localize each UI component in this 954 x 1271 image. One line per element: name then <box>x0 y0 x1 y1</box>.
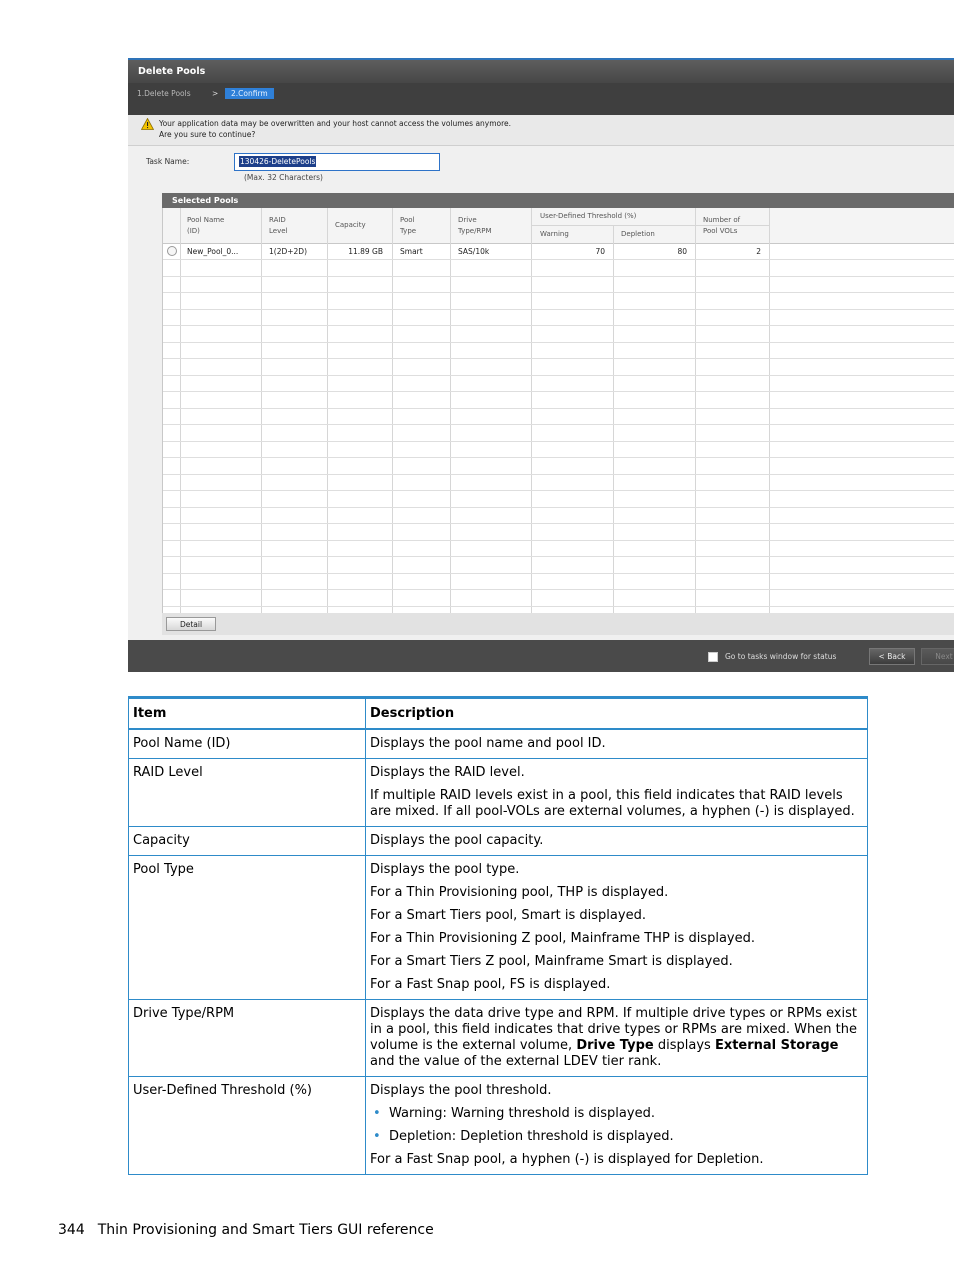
wizard-steps: 1.Delete Pools > 2.Confirm <box>128 83 954 115</box>
grid-row-line <box>163 358 954 359</box>
task-name-value: 130426-DeletePools <box>239 156 317 167</box>
dialog-button-bar: Go to tasks window for status < Back Nex… <box>128 640 954 672</box>
grid-row-line <box>163 572 954 574</box>
grid-row-line <box>163 556 954 557</box>
threshold-bullets: Warning: Warning threshold is displayed.… <box>370 1106 863 1145</box>
back-button[interactable]: < Back <box>869 648 915 665</box>
cell-number-of-pool-vols: 2 <box>756 247 761 256</box>
item-description-table: Item Description Pool Name (ID) Displays… <box>128 696 868 1175</box>
row-description: Displays the pool type. For a Thin Provi… <box>365 855 868 1000</box>
list-item: Depletion: Depletion threshold is displa… <box>373 1129 863 1145</box>
col-drive-type[interactable]: Drive Type/RPM <box>458 215 492 237</box>
row-select-radio[interactable] <box>167 246 177 256</box>
col-number-of-pool-vols[interactable]: Number of Pool VOLs <box>703 215 740 237</box>
task-name-input[interactable]: 130426-DeletePools <box>234 153 440 171</box>
row-description: Displays the pool name and pool ID. <box>365 728 868 759</box>
step-confirm[interactable]: 2.Confirm <box>225 88 274 99</box>
grid-header-row: Pool Name (ID) RAID Level Capacity Pool Typ… <box>163 208 954 244</box>
grid-row-line <box>163 391 954 392</box>
delete-pools-screenshot: Delete Pools 1.Delete Pools > 2.Confirm … <box>128 58 954 672</box>
col-warning[interactable]: Warning <box>540 229 569 240</box>
grid-row-line <box>163 308 954 310</box>
go-to-tasks-label: Go to tasks window for status <box>725 652 837 661</box>
list-item: Warning: Warning threshold is displayed. <box>373 1106 863 1122</box>
grid-row-line <box>163 407 954 409</box>
page-number: 344 <box>58 1222 85 1238</box>
header-item: Item <box>128 697 366 730</box>
grid-row-line <box>163 473 954 475</box>
row-description: Displays the pool threshold. Warning: Wa… <box>365 1076 868 1175</box>
warning-text: Your application data may be overwritten… <box>159 118 511 140</box>
col-pool-type[interactable]: Pool Type <box>400 215 416 237</box>
grid-row-line <box>163 457 954 458</box>
warning-line: Are you sure to continue? <box>159 130 256 139</box>
grid-row-line <box>163 292 954 293</box>
table-header-row: Item Description <box>128 697 868 730</box>
grid-row-line <box>163 539 954 541</box>
cell-depletion: 80 <box>677 247 687 256</box>
grid-row-line <box>163 424 954 425</box>
dialog-title: Delete Pools <box>128 60 954 83</box>
table-row: Pool Type Displays the pool type. For a … <box>128 855 868 1000</box>
grid-row-line <box>163 506 954 508</box>
grid-row-line <box>163 589 954 590</box>
cell-drive-type: SAS/10k <box>458 247 490 256</box>
table-row: Capacity Displays the pool capacity. <box>128 826 868 856</box>
cell-warning: 70 <box>595 247 605 256</box>
warning-icon <box>141 118 154 130</box>
go-to-tasks-checkbox[interactable] <box>708 652 718 662</box>
col-raid-level[interactable]: RAID Level <box>269 215 287 237</box>
col-depletion[interactable]: Depletion <box>621 229 655 240</box>
row-description: Displays the RAID level. If multiple RAI… <box>365 758 868 827</box>
next-button[interactable]: Next <box>921 648 954 665</box>
grid-row-line <box>163 523 954 524</box>
grid-row-line <box>163 605 954 607</box>
table-row: User-Defined Threshold (%) Displays the … <box>128 1076 868 1175</box>
grid-row-line <box>163 440 954 442</box>
cell-raid-level: 1(2D+2D) <box>269 247 308 256</box>
warning-line: Your application data may be overwritten… <box>159 119 512 128</box>
task-name-label: Task Name: <box>146 157 190 166</box>
col-user-defined-threshold[interactable]: User-Defined Threshold (%) <box>540 211 636 222</box>
grid-row-line <box>163 325 954 326</box>
cell-capacity: 11.89 GB <box>348 247 383 256</box>
row-item: Capacity <box>128 826 366 856</box>
col-pool-name[interactable]: Pool Name (ID) <box>187 215 224 237</box>
row-description: Displays the data drive type and RPM. If… <box>365 999 868 1077</box>
footer-section-title: Thin Provisioning and Smart Tiers GUI re… <box>97 1222 434 1238</box>
page-footer: 344 Thin Provisioning and Smart Tiers GUI… <box>58 1222 434 1238</box>
step-delete-pools[interactable]: 1.Delete Pools <box>137 88 191 99</box>
grid-row-line <box>163 374 954 376</box>
grid-row-line <box>163 259 954 260</box>
cell-pool-type: Smart <box>400 247 423 256</box>
detail-button[interactable]: Detail <box>166 617 216 631</box>
cell-pool-name: New_Pool_0... <box>187 247 239 256</box>
table-row: RAID Level Displays the RAID level. If m… <box>128 758 868 827</box>
selected-pools-title: Selected Pools <box>162 193 954 208</box>
row-item: Pool Type <box>128 855 366 1000</box>
row-item: RAID Level <box>128 758 366 827</box>
step-separator: > <box>212 89 219 98</box>
row-description: Displays the pool capacity. <box>365 826 868 856</box>
table-row: Drive Type/RPM Displays the data drive t… <box>128 999 868 1077</box>
grid-footer: Detail <box>162 613 954 635</box>
row-item: User-Defined Threshold (%) <box>128 1076 366 1175</box>
grid-row-line <box>163 275 954 277</box>
task-name-hint: (Max. 32 Characters) <box>244 173 323 182</box>
warning-banner: Your application data may be overwritten… <box>128 115 954 146</box>
grid-row-line <box>163 341 954 343</box>
selected-pools-grid: Pool Name (ID) RAID Level Capacity Pool Typ… <box>162 208 954 613</box>
col-capacity[interactable]: Capacity <box>335 220 366 231</box>
row-item: Drive Type/RPM <box>128 999 366 1077</box>
table-row: Pool Name (ID) Displays the pool name an… <box>128 728 868 759</box>
row-item: Pool Name (ID) <box>128 728 366 759</box>
header-description: Description <box>365 697 868 730</box>
grid-row-line <box>163 490 954 491</box>
